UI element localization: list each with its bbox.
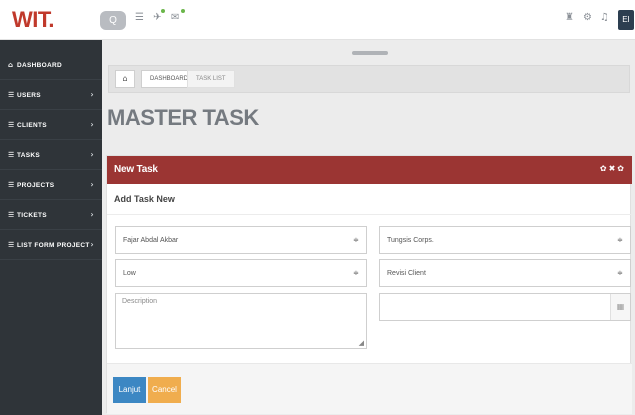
list-icon: ☰ bbox=[8, 91, 15, 99]
drag-handle[interactable] bbox=[352, 51, 388, 55]
chevron-right-icon: › bbox=[90, 150, 94, 159]
description-textarea[interactable]: Description ◢ bbox=[115, 293, 367, 349]
top-navbar: WIT. Q ☰ ✈ ✉ ♜ ⚙ ♫ EI bbox=[0, 0, 635, 40]
select-caret-icon: ≑ bbox=[353, 236, 359, 244]
brand-logo[interactable]: WIT. bbox=[12, 7, 55, 33]
date-input[interactable]: ▦ bbox=[379, 293, 631, 321]
form-subtitle: Add Task New bbox=[114, 194, 175, 204]
notification-dot bbox=[161, 9, 165, 13]
chevron-right-icon: › bbox=[90, 210, 94, 219]
calendar-icon[interactable]: ▦ bbox=[610, 294, 630, 320]
description-placeholder: Description bbox=[122, 298, 158, 305]
breadcrumb: ⌂ DASHBOARD TASK LIST bbox=[108, 65, 630, 93]
search-icon[interactable]: Q bbox=[100, 11, 126, 30]
task-type-select[interactable]: Revisi Client ≑ bbox=[379, 259, 631, 287]
resize-handle-icon[interactable]: ◢ bbox=[359, 339, 364, 347]
chevron-right-icon: › bbox=[90, 90, 94, 99]
divider bbox=[107, 214, 632, 215]
task-type-value: Revisi Client bbox=[387, 270, 426, 277]
sidebar: ⌂ DASHBOARD ☰ USERS › ☰ CLIENTS › ☰ TASK… bbox=[0, 40, 102, 415]
chevron-right-icon: › bbox=[90, 240, 94, 249]
sidebar-item-tickets[interactable]: ☰ TICKETS › bbox=[0, 200, 102, 230]
list-icon: ☰ bbox=[8, 181, 15, 189]
sidebar-item-label: CLIENTS bbox=[17, 122, 47, 129]
mail-dot bbox=[181, 9, 185, 13]
breadcrumb-task-list: TASK LIST bbox=[187, 70, 235, 88]
list-icon: ☰ bbox=[8, 211, 15, 219]
list-icon: ☰ bbox=[8, 151, 15, 159]
sidebar-item-projects[interactable]: ☰ PROJECTS › bbox=[0, 170, 102, 200]
panel-header: New Task ✿✖✿ bbox=[107, 156, 632, 184]
home-icon[interactable]: ⌂ bbox=[115, 70, 135, 88]
select-caret-icon: ≑ bbox=[353, 269, 359, 277]
sidebar-item-clients[interactable]: ☰ CLIENTS › bbox=[0, 110, 102, 140]
sidebar-item-label: TICKETS bbox=[17, 212, 47, 219]
client-select[interactable]: Tungsis Corps. ≑ bbox=[379, 226, 631, 254]
sidebar-item-dashboard[interactable]: ⌂ DASHBOARD bbox=[0, 50, 102, 80]
sidebar-item-label: LIST FORM PROJECT bbox=[17, 242, 90, 249]
new-task-panel: New Task ✿✖✿ Add Task New Fajar Abdal Ak… bbox=[106, 155, 632, 414]
chevron-right-icon: › bbox=[90, 180, 94, 189]
sidebar-item-list-form-project[interactable]: ☰ LIST FORM PROJECT › bbox=[0, 230, 102, 260]
lock-icon[interactable]: ♜ bbox=[565, 12, 574, 23]
sidebar-item-tasks[interactable]: ☰ TASKS › bbox=[0, 140, 102, 170]
select-caret-icon: ≑ bbox=[617, 236, 623, 244]
sidebar-item-label: PROJECTS bbox=[17, 182, 55, 189]
main-content: ⌂ DASHBOARD TASK LIST MASTER TASK New Ta… bbox=[102, 40, 635, 415]
settings-icon[interactable]: ⚙ bbox=[583, 12, 592, 23]
list-icon: ☰ bbox=[8, 121, 15, 129]
submit-button[interactable]: Lanjut bbox=[113, 377, 146, 403]
panel-title: New Task bbox=[114, 164, 158, 175]
select-caret-icon: ≑ bbox=[617, 269, 623, 277]
flight-icon[interactable]: ✈ bbox=[153, 12, 161, 23]
sidebar-item-label: TASKS bbox=[17, 152, 41, 159]
home-icon: ⌂ bbox=[8, 61, 14, 69]
mail-icon[interactable]: ✉ bbox=[171, 12, 179, 23]
sidebar-item-label: USERS bbox=[17, 92, 41, 99]
sidebar-item-users[interactable]: ☰ USERS › bbox=[0, 80, 102, 110]
list-icon: ☰ bbox=[8, 241, 15, 249]
form-actions: Lanjut Cancel bbox=[107, 363, 632, 414]
menu-toggle-icon[interactable]: ☰ bbox=[135, 12, 144, 23]
chevron-right-icon: › bbox=[90, 120, 94, 129]
user-avatar[interactable]: EI bbox=[618, 10, 634, 30]
client-value: Tungsis Corps. bbox=[387, 237, 434, 244]
assignee-value: Fajar Abdal Akbar bbox=[123, 237, 179, 244]
panel-tools-icon[interactable]: ✿✖✿ bbox=[600, 164, 626, 173]
priority-select[interactable]: Low ≑ bbox=[115, 259, 367, 287]
sidebar-item-label: DASHBOARD bbox=[17, 62, 62, 69]
assignee-select[interactable]: Fajar Abdal Akbar ≑ bbox=[115, 226, 367, 254]
priority-value: Low bbox=[123, 270, 136, 277]
music-icon[interactable]: ♫ bbox=[600, 12, 609, 23]
cancel-button[interactable]: Cancel bbox=[148, 377, 181, 403]
page-title: MASTER TASK bbox=[107, 105, 259, 130]
